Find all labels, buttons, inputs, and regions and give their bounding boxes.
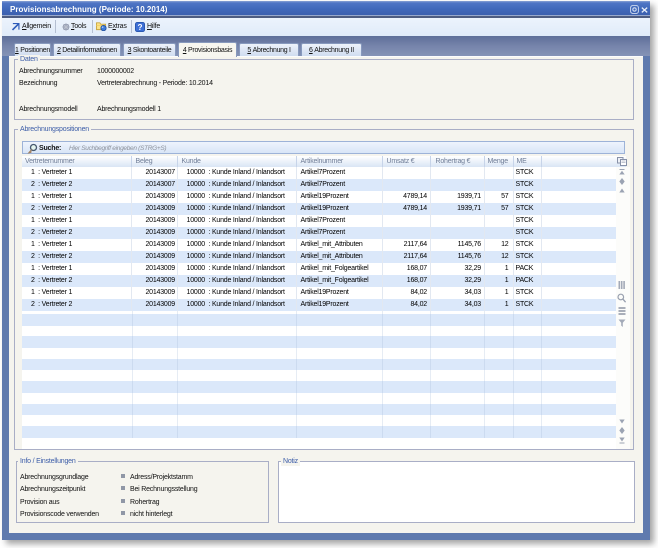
svg-text:?: ?: [138, 22, 143, 31]
